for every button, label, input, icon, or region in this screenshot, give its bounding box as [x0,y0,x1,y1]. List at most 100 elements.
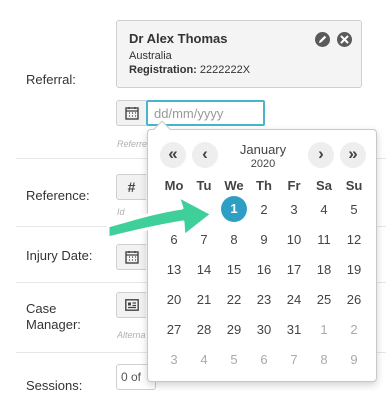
registration-value: 2222222X [199,64,251,76]
calendar-day-number: 11 [317,231,331,247]
calendar-day[interactable]: 8 [219,224,249,254]
calendar-week-row: 13 14 15 16 17 18 19 [159,254,369,284]
calendar-day[interactable]: 6 [159,224,189,254]
calendar-day-number: 26 [346,291,362,307]
calendar-day[interactable]: 19 [339,254,369,284]
calendar-day-number: 1 [221,196,247,222]
referral-label: Referral: [26,72,76,87]
calendar-day-number: 30 [256,321,272,337]
calendar-day[interactable]: 23 [249,284,279,314]
calendar-day-number: 7 [290,351,298,367]
calendar-day[interactable]: 31 [279,314,309,344]
injury-date-label: Injury Date: [26,248,93,263]
calendar-day-number: 14 [196,261,212,277]
calendar-day-number: 4 [200,351,208,367]
calendar-day[interactable]: 26 [339,284,369,314]
calendar-day-number: 5 [350,201,358,217]
calendar-day-number: 28 [196,321,212,337]
weekday-label: We [224,178,244,193]
next-year-button[interactable]: » [340,142,366,168]
calendar-day[interactable]: 20 [159,284,189,314]
calendar-day[interactable]: 5 [339,194,369,224]
calendar-week-row: 6 7 8 9 10 11 12 [159,224,369,254]
reference-help-text: Id [117,207,125,217]
calendar-day [189,194,219,224]
calendar-day[interactable]: 4 [189,344,219,374]
weekday-label: Su [345,178,363,193]
pencil-icon[interactable] [315,32,330,47]
calendar-day[interactable]: 30 [249,314,279,344]
calendar-day[interactable]: 10 [279,224,309,254]
calendar-day-number: 19 [346,261,362,277]
calendar-day-number: 22 [226,291,242,307]
calendar-day[interactable]: 11 [309,224,339,254]
calendar-day[interactable]: 25 [309,284,339,314]
calendar-day-number: 29 [226,321,242,337]
referral-card: Dr Alex Thomas Australia Registration: 2… [116,20,362,88]
calendar-day-number: 16 [256,261,272,277]
calendar-day[interactable]: 24 [279,284,309,314]
calendar-day[interactable]: 29 [219,314,249,344]
case-manager-label: Case Manager: [26,301,81,332]
close-icon[interactable] [337,32,352,47]
case-manager-help-text: Alterna [117,330,146,340]
calendar-day-number: 8 [320,351,328,367]
calendar-day-number: 9 [350,351,358,367]
calendar-day-number: 24 [286,291,302,307]
calendar-day-number: 31 [286,321,302,337]
calendar-day[interactable]: 28 [189,314,219,344]
calendar-day-number: 1 [320,321,328,337]
referral-help-text: Referre [117,139,148,149]
calendar-day[interactable]: 1 [309,314,339,344]
calendar-icon[interactable] [116,244,146,270]
calendar-icon[interactable] [116,100,146,126]
next-month-button[interactable]: › [308,142,334,168]
calendar-day[interactable]: 3 [279,194,309,224]
calendar-day[interactable]: 2 [249,194,279,224]
calendar-day[interactable]: 5 [219,344,249,374]
calendar-day[interactable]: 7 [279,344,309,374]
id-card-icon [116,292,146,318]
calendar-day[interactable]: 14 [189,254,219,284]
calendar-day-number: 6 [170,231,178,247]
referral-country: Australia [129,50,172,62]
calendar-week-row: 12 3 4 5 [159,194,369,224]
calendar-day-selected[interactable]: 1 [219,194,249,224]
registration-label: Registration: [129,64,197,76]
referral-registration: Registration: 2222222X [129,63,349,77]
calendar-day-number: 6 [260,351,268,367]
calendar-day-number: 17 [286,261,302,277]
calendar-day[interactable]: 9 [249,224,279,254]
calendar-day[interactable]: 2 [339,314,369,344]
calendar-day-number: 2 [350,321,358,337]
calendar-day[interactable]: 8 [309,344,339,374]
weekday-label: Fr [287,178,301,193]
calendar-day[interactable]: 9 [339,344,369,374]
calendar-day[interactable]: 21 [189,284,219,314]
reference-label: Reference: [26,188,90,203]
hash-icon: # [116,174,146,200]
calendar-day-number: 21 [196,291,212,307]
calendar-day[interactable]: 13 [159,254,189,284]
calendar-day[interactable]: 16 [249,254,279,284]
calendar-day[interactable]: 7 [189,224,219,254]
calendar-day[interactable]: 12 [339,224,369,254]
calendar-day[interactable]: 18 [309,254,339,284]
calendar-day-number: 3 [290,201,298,217]
calendar-day[interactable]: 27 [159,314,189,344]
calendar-day-number: 25 [316,291,332,307]
calendar-day[interactable]: 3 [159,344,189,374]
datepicker-calendar: « ‹ January 2020 › » Mo Tu We Th Fr Sa S… [147,120,377,382]
calendar-day[interactable]: 4 [309,194,339,224]
calendar-day-number: 20 [166,291,182,307]
calendar-day[interactable]: 22 [219,284,249,314]
calendar-week-row: 3 4 5 6 7 8 9 [159,344,369,374]
sessions-label: Sessions: [26,378,83,393]
calendar-day-number: 15 [226,261,242,277]
calendar-day[interactable]: 6 [249,344,279,374]
calendar-day[interactable]: 15 [219,254,249,284]
calendar-day[interactable]: 17 [279,254,309,284]
calendar-day [159,194,189,224]
weekday-label: Th [256,178,272,193]
calendar-day-number: 27 [166,321,182,337]
